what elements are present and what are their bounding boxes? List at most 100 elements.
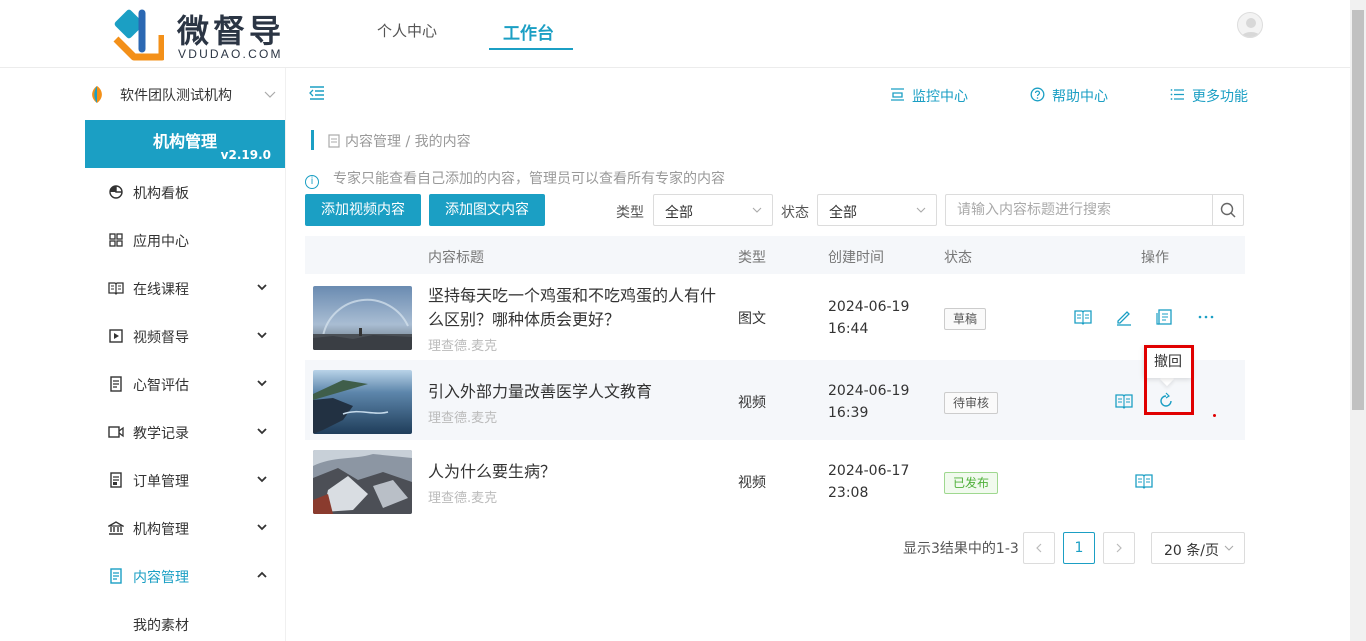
pie-chart-icon	[109, 185, 123, 199]
chevron-down-icon	[264, 91, 276, 98]
add-video-button[interactable]: 添加视频内容	[305, 194, 421, 226]
page-size-value: 20 条/页	[1164, 543, 1219, 559]
grid-icon	[109, 233, 123, 247]
help-center-link[interactable]: 帮助中心	[1030, 86, 1110, 106]
avatar[interactable]	[1237, 12, 1263, 38]
search-box	[945, 194, 1244, 226]
content-type: 视频	[738, 395, 766, 411]
page-size-select[interactable]: 20 条/页	[1151, 532, 1245, 564]
sidebar-subitem-my-materials[interactable]: 我的素材	[133, 615, 189, 635]
content-title[interactable]: 坚持每天吃一个鸡蛋和不吃鸡蛋的人有什么区别？哪种体质会更好？	[428, 284, 728, 332]
list-icon	[1170, 89, 1184, 100]
tab-workbench[interactable]: 工作台	[503, 19, 554, 44]
column-header-title: 内容标题	[428, 250, 484, 266]
sidebar-banner: 机构管理 v2.19.0	[85, 120, 285, 168]
content-thumbnail[interactable]	[313, 450, 412, 514]
chevron-right-icon	[1116, 543, 1122, 553]
scrollbar-thumb[interactable]	[1352, 10, 1364, 410]
chevron-down-icon	[916, 207, 926, 213]
org-selector[interactable]: 软件团队测试机构	[120, 85, 232, 105]
more-features-link[interactable]: 更多功能	[1170, 86, 1250, 106]
chevron-down-icon	[257, 476, 267, 483]
thumbnail-rainbow-image	[313, 286, 412, 350]
content-title[interactable]: 引入外部力量改善医学人文教育	[428, 380, 728, 404]
sidebar-item-label: 机构看板	[133, 186, 189, 202]
created-time: 16:39	[828, 405, 869, 421]
breadcrumb: 内容管理 / 我的内容	[345, 134, 471, 150]
notice-label: 专家只能查看自己添加的内容，管理员可以查看所有专家的内容	[333, 171, 725, 187]
column-header-created: 创建时间	[828, 250, 884, 266]
chevron-down-icon	[257, 428, 267, 435]
content-icon	[110, 568, 122, 584]
sidebar-divider	[285, 68, 286, 641]
sidebar-item-dashboard[interactable]: 机构看板	[108, 183, 273, 203]
sidebar-item-label: 视频督导	[133, 330, 189, 346]
info-icon: i	[305, 175, 319, 189]
monitor-icon	[891, 88, 904, 101]
created-date: 2024-06-17	[828, 463, 910, 479]
sidebar-item-teaching-records[interactable]: 教学记录	[108, 423, 273, 443]
preview-icon[interactable]	[1115, 392, 1133, 410]
status-filter-label: 状态	[781, 205, 809, 221]
created-date: 2024-06-19	[828, 299, 910, 315]
chevron-down-icon	[257, 380, 267, 387]
sidebar-item-video-supervision[interactable]: 视频督导	[108, 327, 273, 347]
notice-text: i 专家只能查看自己添加的内容，管理员可以查看所有专家的内容	[305, 168, 725, 189]
brand-name: 微督导	[177, 12, 286, 50]
book-icon	[108, 282, 124, 295]
column-header-actions: 操作	[1141, 250, 1169, 266]
thumbnail-rocks-image	[313, 450, 412, 514]
content-author: 理查德.麦克	[428, 411, 498, 426]
created-time: 16:44	[828, 321, 869, 337]
tab-personal-center[interactable]: 个人中心	[377, 20, 437, 41]
sidebar-item-org-management[interactable]: 机构管理	[108, 519, 273, 539]
bank-icon	[108, 521, 124, 535]
sidebar-item-mind-assessment[interactable]: 心智评估	[108, 375, 273, 395]
order-icon	[110, 472, 122, 488]
next-page-button[interactable]	[1103, 532, 1135, 564]
page-number[interactable]: 1	[1063, 532, 1095, 564]
prev-page-button[interactable]	[1023, 532, 1055, 564]
type-select[interactable]: 全部	[653, 194, 773, 226]
sidebar-item-label: 心智评估	[133, 378, 189, 394]
collapse-menu-icon[interactable]	[309, 86, 325, 100]
content-thumbnail[interactable]	[313, 370, 412, 434]
highlight-box	[1144, 345, 1194, 415]
monitor-center-link[interactable]: 监控中心	[890, 86, 970, 106]
search-input[interactable]	[946, 195, 1213, 225]
chevron-down-icon	[752, 207, 762, 213]
content-title[interactable]: 人为什么要生病？	[428, 460, 728, 484]
preview-icon[interactable]	[1074, 308, 1092, 326]
sidebar-item-label: 应用中心	[133, 234, 189, 250]
type-filter-label: 类型	[616, 205, 644, 221]
more-icon[interactable]	[1197, 308, 1215, 326]
tab-active-indicator	[489, 48, 573, 50]
toolbar-link-label: 帮助中心	[1052, 89, 1108, 105]
sidebar-item-online-courses[interactable]: 在线课程	[108, 279, 273, 299]
chevron-down-icon	[257, 524, 267, 531]
status-select[interactable]: 全部	[817, 194, 937, 226]
preview-icon[interactable]	[1135, 472, 1153, 490]
video-camera-icon	[108, 426, 124, 438]
status-select-value: 全部	[829, 205, 857, 221]
chevron-down-icon	[257, 284, 267, 291]
document-icon	[328, 134, 340, 148]
publish-icon[interactable]	[1156, 308, 1174, 326]
content-author: 理查德.麦克	[428, 491, 498, 506]
search-button[interactable]	[1212, 195, 1243, 225]
version-label: v2.19.0	[220, 148, 271, 162]
chevron-up-icon	[257, 571, 267, 578]
sidebar-item-content-management[interactable]: 内容管理	[108, 567, 273, 587]
clipboard-icon	[110, 376, 122, 392]
add-article-button[interactable]: 添加图文内容	[429, 194, 545, 226]
column-header-status: 状态	[944, 250, 972, 266]
edit-icon[interactable]	[1115, 308, 1133, 326]
sidebar-item-order-management[interactable]: 订单管理	[108, 471, 273, 491]
chevron-left-icon	[1036, 543, 1042, 553]
sidebar-item-app-center[interactable]: 应用中心	[108, 231, 273, 251]
play-square-icon	[109, 329, 123, 343]
thumbnail-coast-image	[313, 370, 412, 434]
content-thumbnail[interactable]	[313, 286, 412, 350]
type-select-value: 全部	[665, 205, 693, 221]
cursor-dot	[1213, 414, 1216, 417]
